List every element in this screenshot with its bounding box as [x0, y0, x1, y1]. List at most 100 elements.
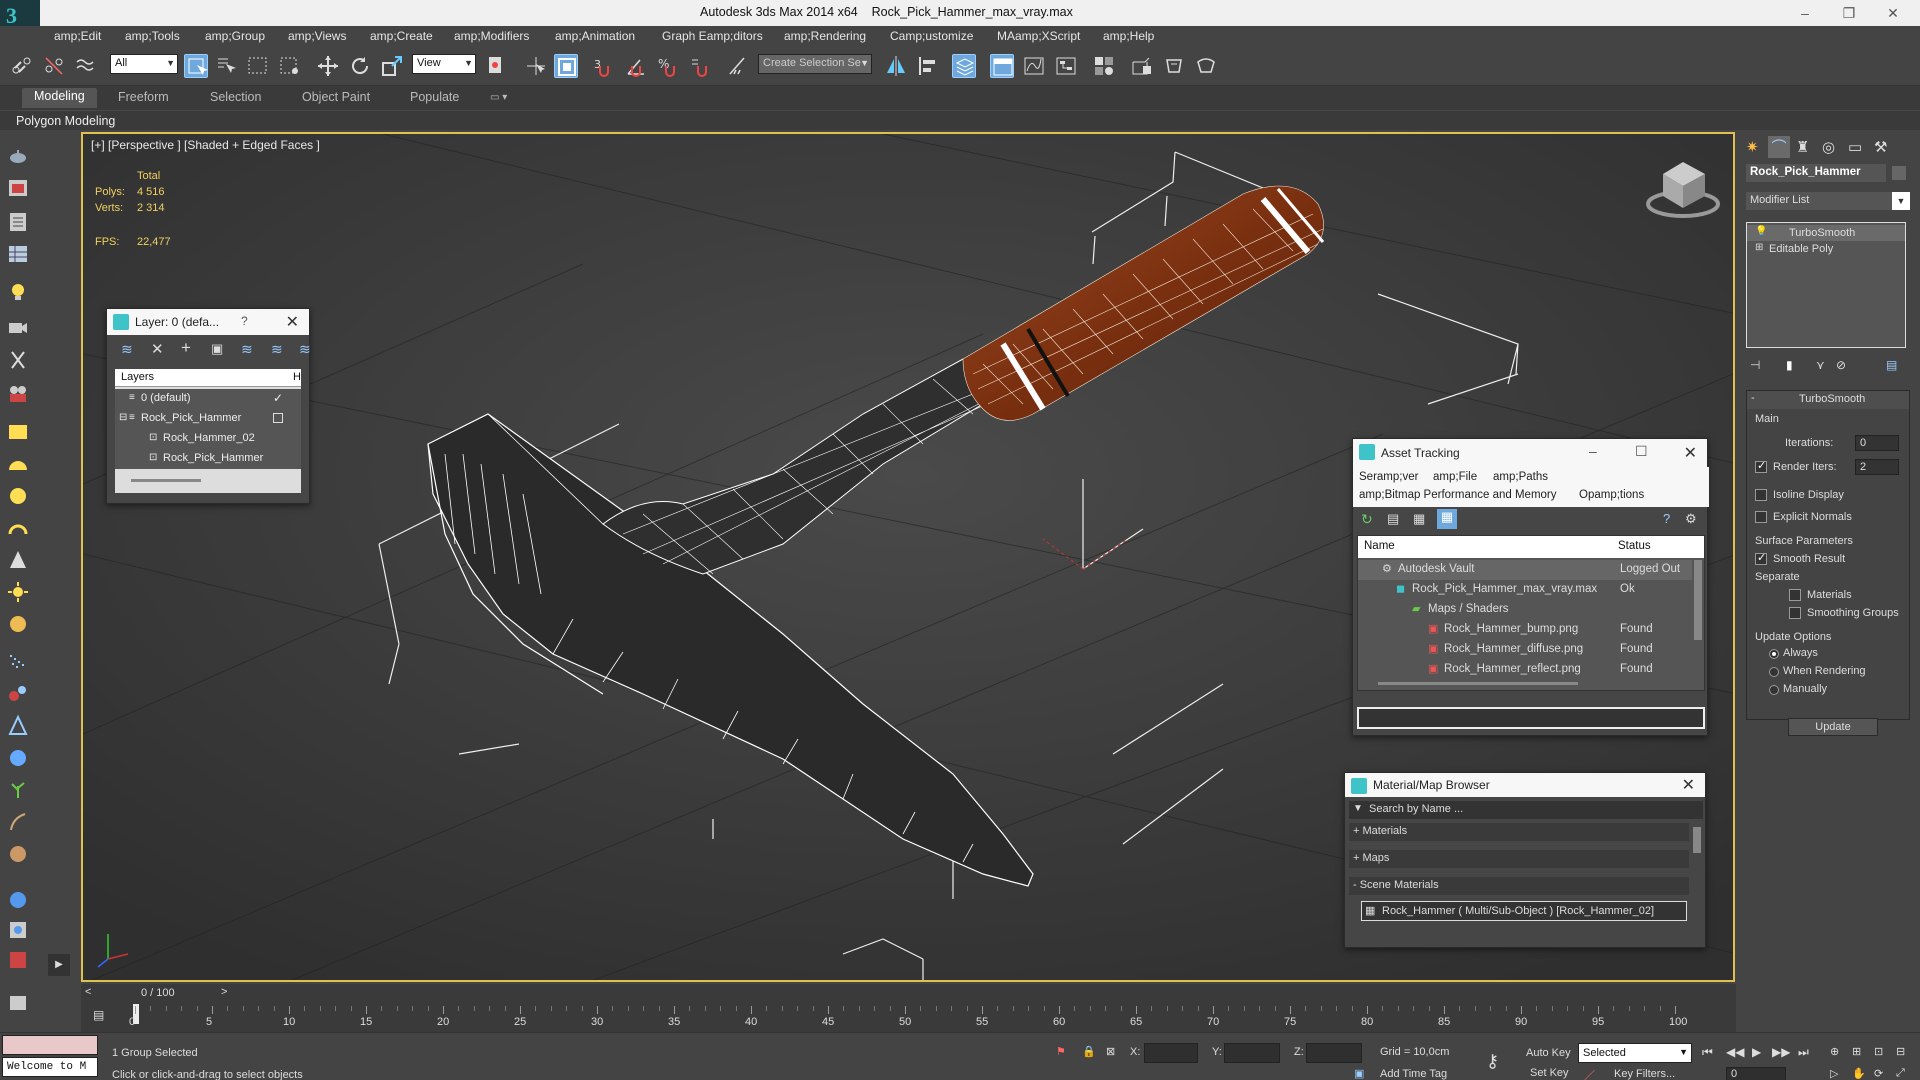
menu-server[interactable]: Seramp;ver [1359, 471, 1418, 483]
layer-manager-icon[interactable] [952, 54, 976, 78]
selection-filter-dropdown[interactable]: All ▼ [110, 54, 178, 74]
teapot-icon[interactable] [6, 144, 30, 168]
scale-icon[interactable] [380, 54, 404, 78]
section-materials[interactable]: + Materials [1349, 823, 1689, 841]
render-iters-spinner[interactable]: 2 [1855, 459, 1899, 475]
help-icon[interactable]: ? [241, 314, 248, 328]
menu-customize[interactable]: Camp;ustomize [890, 29, 973, 43]
grid-table-icon[interactable] [6, 242, 30, 266]
render-setup-icon[interactable] [1130, 54, 1154, 78]
smoothing-groups-checkbox[interactable] [1789, 607, 1801, 619]
ref-coord-dropdown[interactable]: View ▼ [412, 54, 476, 74]
menu-rendering[interactable]: amp;Rendering [784, 29, 866, 43]
new-layer-icon[interactable]: ≋ [121, 341, 133, 358]
spinner-snap-icon[interactable] [688, 54, 712, 78]
close-icon[interactable]: ✕ [1684, 443, 1697, 463]
tab-populate[interactable]: Populate [410, 90, 459, 104]
menu-edit[interactable]: amp;Edit [54, 29, 101, 43]
scene-material-item[interactable]: ▦ Rock_Hammer ( Multi/Sub-Object ) [Rock… [1361, 901, 1687, 921]
collapse-minus-icon[interactable]: - [1751, 392, 1755, 404]
col-name[interactable]: Name [1364, 540, 1395, 552]
time-tag-icon[interactable]: ▣ [1354, 1067, 1364, 1080]
object-name-field[interactable]: Rock_Pick_Hammer [1746, 164, 1886, 182]
modifier-list-dropdown[interactable]: Modifier List ▼ [1746, 192, 1910, 210]
motion-tab-icon[interactable]: ◎ [1822, 138, 1835, 156]
render-frame-icon[interactable] [6, 176, 30, 200]
script-icon[interactable] [6, 948, 30, 972]
select-object-icon[interactable] [184, 54, 208, 78]
freeze-all-icon[interactable]: ≋ [299, 341, 311, 358]
tab-object-paint[interactable]: Object Paint [302, 90, 370, 104]
zoom-all-icon[interactable]: ⊞ [1852, 1045, 1861, 1058]
next-frame-icon[interactable]: > [221, 986, 227, 998]
keyboard-shortcut-icon[interactable] [554, 54, 578, 78]
unlink-icon[interactable] [42, 54, 66, 78]
menu-paths[interactable]: amp;Paths [1493, 471, 1548, 483]
play-icon[interactable]: ▶ [1752, 1045, 1761, 1059]
material-search-input[interactable]: Search by Name ... [1369, 803, 1463, 815]
display-tab-icon[interactable]: ▭ [1848, 138, 1862, 156]
cloth-icon[interactable] [6, 842, 30, 866]
expand-plus-icon[interactable]: ⊞ [1755, 242, 1763, 253]
section-maps[interactable]: + Maps [1349, 850, 1689, 868]
close-icon[interactable]: ✕ [1682, 775, 1695, 795]
camera-icon[interactable] [6, 316, 30, 340]
show-end-result-icon[interactable]: ▮ [1786, 358, 1793, 372]
sun-icon[interactable] [6, 580, 30, 604]
rect-selection-icon[interactable] [246, 54, 270, 78]
asset-row[interactable]: ▣ Rock_Hammer_bump.png Found [1358, 620, 1692, 640]
stack-item-turbosmooth[interactable]: 💡 TurboSmooth [1747, 225, 1905, 241]
layer-row[interactable]: ⊡ Rock_Pick_Hammer [115, 449, 301, 469]
modify-tab-icon[interactable]: ⌒ [1768, 136, 1790, 158]
configure-sets-icon[interactable]: ▤ [1886, 358, 1897, 372]
rollout-header[interactable]: - TurboSmooth [1747, 391, 1909, 409]
highlight-layer-icon[interactable]: ≋ [241, 341, 253, 358]
track-bar-menu-icon[interactable]: ▤ [93, 1008, 104, 1022]
help-icon[interactable]: ? [1663, 511, 1670, 526]
angle-snap-icon[interactable] [624, 54, 648, 78]
prev-key-icon[interactable]: ◀◀ [1726, 1045, 1744, 1059]
asset-row[interactable]: ▣ Rock_Hammer_diffuse.png Found [1358, 640, 1692, 660]
teapot-bottom-icon[interactable] [6, 990, 30, 1014]
lightbulb-icon[interactable]: 💡 [1755, 226, 1767, 237]
materials-checkbox[interactable] [1789, 589, 1801, 601]
object-color-swatch[interactable] [1892, 166, 1906, 180]
zoom-extents-all-icon[interactable]: ⊟ [1896, 1045, 1905, 1058]
schematic-view-icon[interactable] [1054, 54, 1078, 78]
plant-icon[interactable] [6, 778, 30, 802]
z-coordinate-field[interactable] [1306, 1043, 1362, 1063]
maximize-viewport-icon[interactable]: ⤢ [1896, 1067, 1905, 1080]
align-icon[interactable] [916, 54, 940, 78]
asset-path-input[interactable] [1357, 707, 1705, 729]
asset-row[interactable]: ▣ Rock_Hammer_reflect.png Found [1358, 660, 1692, 676]
when-rendering-radio[interactable] [1769, 667, 1779, 677]
maximize-icon[interactable]: ☐ [1635, 443, 1648, 460]
rotate-icon[interactable] [348, 54, 372, 78]
next-key-icon[interactable]: ▶▶ [1772, 1045, 1790, 1059]
list-view-icon[interactable]: ▤ [1387, 511, 1399, 527]
polygon-modeling-label[interactable]: Polygon Modeling [16, 114, 115, 128]
collapse-icon[interactable]: ⊟ [119, 412, 127, 423]
horizontal-scrollbar[interactable] [1378, 682, 1578, 685]
vertical-scrollbar[interactable] [1693, 827, 1701, 853]
sphere-icon[interactable] [6, 484, 30, 508]
viewport-label[interactable]: [+] [Perspective ] [Shaded + Edged Faces… [91, 138, 320, 152]
create-tab-icon[interactable]: ✷ [1746, 138, 1759, 156]
yellow-sphere-icon[interactable] [6, 612, 30, 636]
expand-arrow-icon[interactable]: ▶ [48, 954, 70, 976]
auto-key-button[interactable]: Auto Key [1526, 1047, 1571, 1059]
helper-icon[interactable] [6, 348, 30, 372]
key-icon[interactable]: ⚷ [1486, 1051, 1499, 1072]
select-in-layer-icon[interactable]: ▣ [211, 341, 223, 357]
snap-3d-icon[interactable]: 3 [592, 54, 616, 78]
material-browser-header[interactable]: Material/Map Browser ✕ [1345, 773, 1705, 797]
pin-stack-icon[interactable]: ⊣ [1750, 358, 1760, 372]
ribbon-options-icon[interactable]: ▭ ▾ [490, 92, 507, 103]
time-slider[interactable]: < 0 / 100 > [81, 984, 1736, 1004]
layer-row[interactable]: ⊟ ≡ Rock_Pick_Hammer [115, 409, 301, 429]
delete-layer-icon[interactable]: ✕ [151, 340, 164, 358]
hierarchy-tab-icon[interactable]: ♜ [1796, 138, 1809, 156]
percent-snap-icon[interactable]: % [656, 54, 680, 78]
remove-modifier-icon[interactable]: ⊘ [1836, 358, 1846, 372]
col-status[interactable]: Status [1618, 540, 1651, 552]
